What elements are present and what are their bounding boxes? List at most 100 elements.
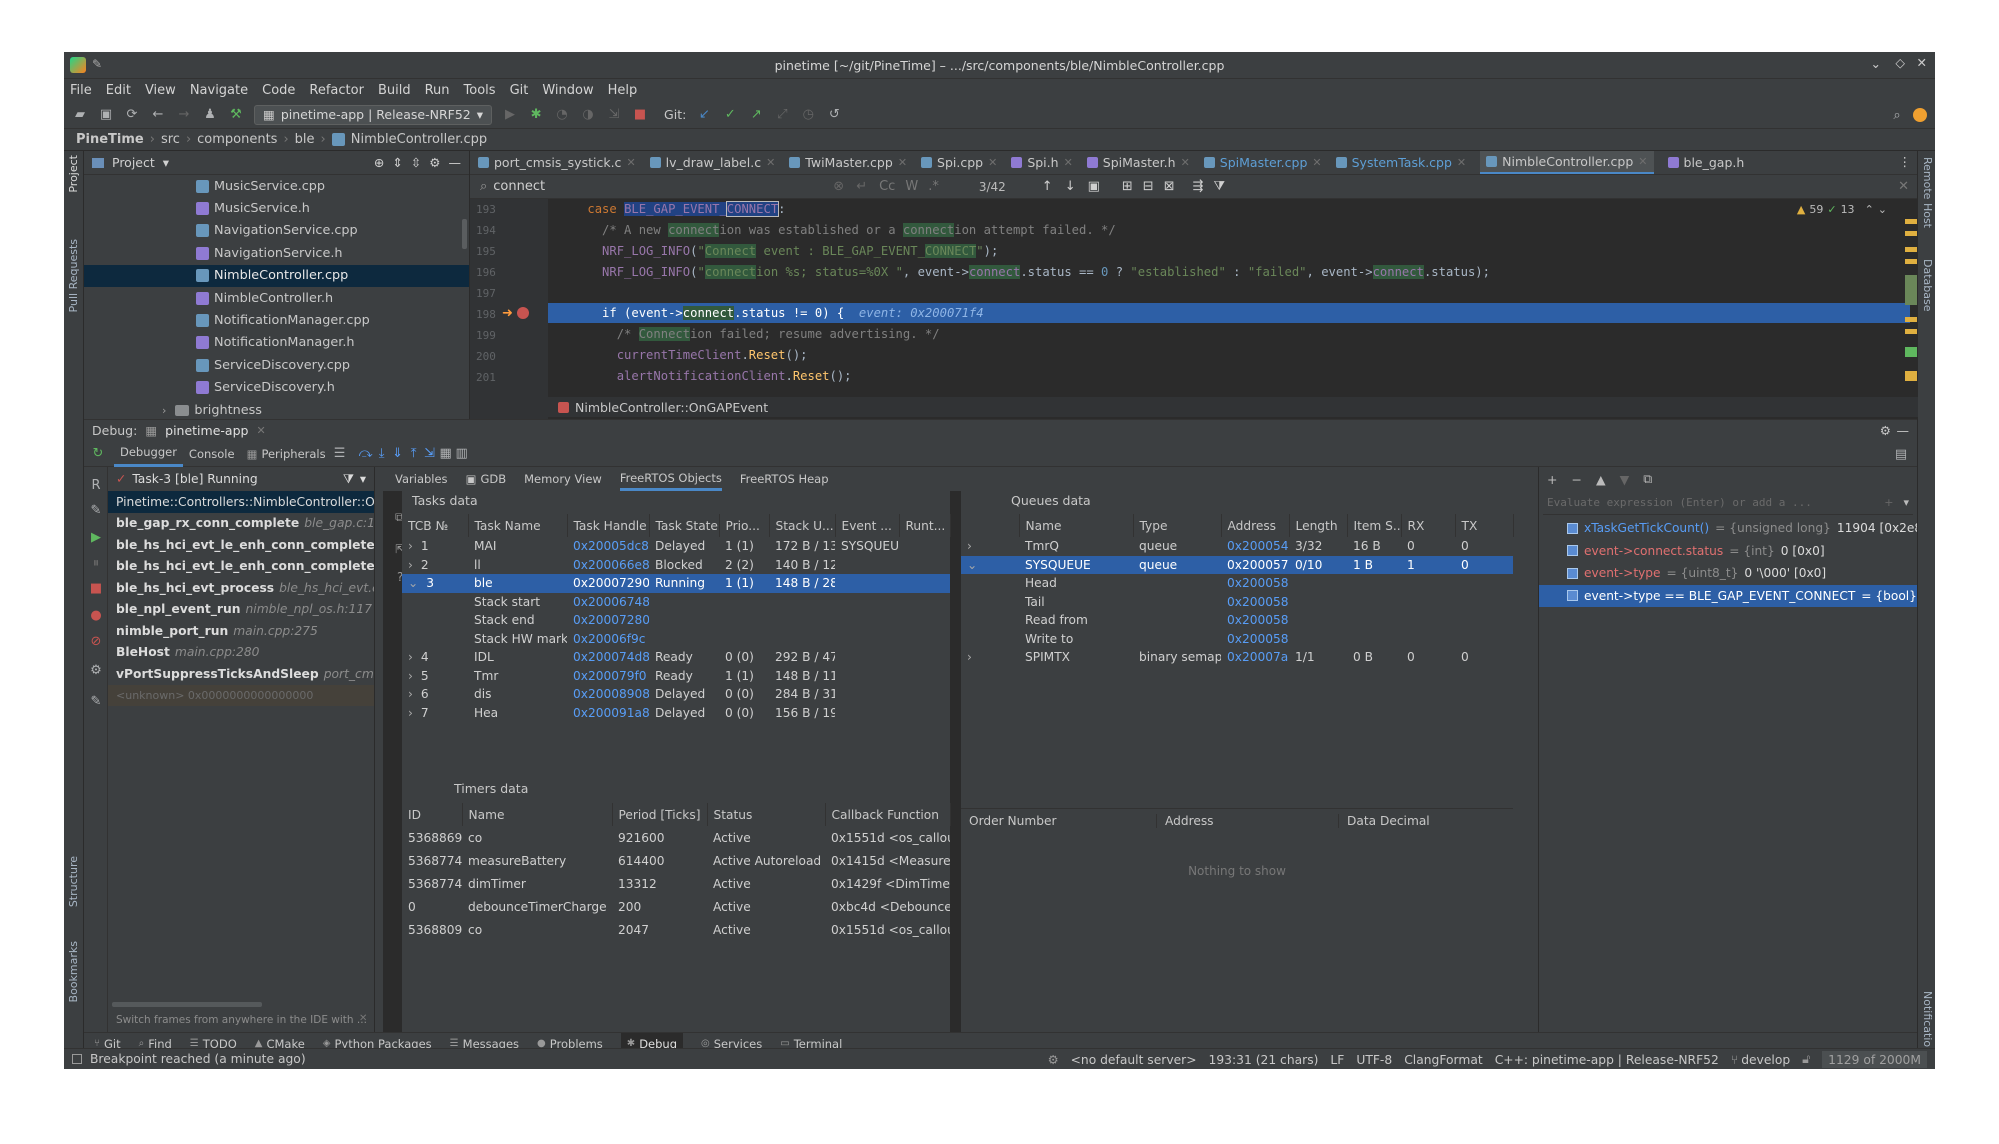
data-decimal-column[interactable]: Data Decimal bbox=[1339, 814, 1430, 828]
git-update-icon[interactable]: ↙ bbox=[696, 107, 712, 123]
debugger-tab[interactable]: Debugger bbox=[114, 441, 183, 467]
editor-tab[interactable]: Spi.cpp ✕ bbox=[921, 151, 997, 174]
queue-row[interactable]: Tail 0x200058 bbox=[961, 593, 1513, 612]
peripherals-tab[interactable]: ▦ Peripherals bbox=[241, 441, 332, 467]
stack-frame[interactable]: ble_gap_rx_conn_complete ble_gap.c:1828 bbox=[108, 513, 374, 535]
breadcrumb-ble[interactable]: ble bbox=[295, 132, 315, 147]
close-icon[interactable]: ✕ bbox=[1917, 55, 1927, 70]
chevron-right-icon[interactable]: › bbox=[408, 706, 413, 720]
resume-icon[interactable]: ▶ bbox=[88, 529, 104, 545]
stack-frame[interactable]: ble_hs_hci_evt_le_enh_conn_completeble_ bbox=[108, 556, 374, 578]
menu-navigate[interactable]: Navigate bbox=[190, 83, 248, 98]
project-tree-item[interactable]: › brightness bbox=[84, 399, 469, 421]
file-encoding[interactable]: UTF-8 bbox=[1356, 1053, 1392, 1067]
close-find-icon[interactable]: ✕ bbox=[1898, 179, 1909, 194]
column-header[interactable]: ID bbox=[402, 803, 463, 826]
editor-scrollbar-markers[interactable] bbox=[1901, 199, 1917, 419]
close-tab-icon[interactable]: ✕ bbox=[1638, 155, 1647, 168]
regex-toggle[interactable]: .* bbox=[928, 179, 939, 194]
structure-tool-tab[interactable]: Structure bbox=[67, 856, 80, 907]
close-tab-icon[interactable]: ✕ bbox=[626, 156, 635, 169]
step-out-icon[interactable]: ⤒ bbox=[406, 446, 422, 462]
code-formatter[interactable]: ClangFormat bbox=[1404, 1053, 1482, 1067]
pin-icon[interactable]: ✎ bbox=[88, 693, 104, 709]
layout-settings-icon[interactable]: ▤ bbox=[1893, 446, 1909, 462]
breadcrumb-components[interactable]: components bbox=[197, 132, 277, 147]
project-tree-item[interactable]: NotificationManager.h bbox=[84, 332, 469, 354]
task-handle-cell[interactable]: 0x20007290 bbox=[567, 574, 649, 593]
status-layout-icon[interactable] bbox=[72, 1054, 82, 1064]
caret-position[interactable]: 193:31 (21 chars) bbox=[1209, 1053, 1319, 1067]
project-panel-title[interactable]: Project bbox=[112, 155, 155, 170]
editor-tab[interactable]: port_cmsis_systick.c ✕ bbox=[478, 151, 636, 174]
save-icon[interactable]: ▣ bbox=[98, 107, 114, 123]
column-header[interactable]: Period [Ticks] bbox=[612, 803, 708, 826]
stack-frame[interactable]: ble_hs_hci_evt_process ble_hs_hci_evt.c:7… bbox=[108, 577, 374, 599]
watch-item[interactable]: event->type = {uint8_t} 0 '\000' [0x0] bbox=[1539, 562, 1917, 585]
git-compare-icon[interactable]: ⤢ bbox=[774, 107, 790, 123]
rerun-icon[interactable]: ↻ bbox=[90, 446, 106, 462]
queue-row[interactable]: ⌄ SYSQUEUE queue 0x200057 0/10 1 B10 bbox=[961, 555, 1513, 574]
restore-icon[interactable]: R bbox=[88, 477, 104, 493]
task-row[interactable]: ›4IDL0x200074d8Ready0 (0)292 B / 47; bbox=[402, 648, 950, 667]
add-occurrence-icon[interactable]: ⊞ bbox=[1122, 179, 1133, 194]
close-tab-icon[interactable]: ✕ bbox=[988, 156, 997, 169]
breadcrumb-src[interactable]: src bbox=[161, 132, 180, 147]
freertos-objects-tab[interactable]: FreeRTOS Objects bbox=[619, 467, 722, 491]
tasks-table[interactable]: TCB № Task Name Task Handle Task State Prio.… bbox=[402, 514, 951, 722]
chevron-right-icon[interactable]: › bbox=[967, 650, 972, 664]
menu-window[interactable]: Window bbox=[542, 83, 593, 98]
column-header[interactable]: TCB № bbox=[402, 514, 469, 537]
code-editor[interactable]: 193 194 195 196 197 198 199 200 201 ➜ case BLE_G… bbox=[470, 199, 1918, 419]
watch-item[interactable]: xTaskGetTickCount() = {unsigned long} 1190… bbox=[1539, 517, 1917, 540]
column-header[interactable]: Prio... bbox=[719, 514, 770, 537]
stack-frame[interactable]: ble_hs_hci_evt_le_enh_conn_completeble_ bbox=[108, 534, 374, 556]
next-match-icon[interactable]: ↓ bbox=[1065, 179, 1076, 194]
chevron-right-icon[interactable]: › bbox=[408, 650, 413, 664]
warning-marker[interactable] bbox=[1905, 259, 1917, 264]
orders-table[interactable]: Order Number Address Data Decimal Nothin… bbox=[961, 808, 1513, 1032]
task-handle-cell[interactable]: 0x20008908 bbox=[567, 685, 649, 704]
breadcrumb-project[interactable]: PineTime bbox=[76, 132, 144, 147]
queue-address-cell[interactable]: 0x20007a bbox=[1221, 648, 1289, 667]
user-icon[interactable]: ♟ bbox=[202, 107, 218, 123]
frames-scrollbar[interactable] bbox=[112, 1002, 262, 1007]
timer-row[interactable]: 53687743 dimTimer 13312 Active 0x1429f <DimT… bbox=[402, 872, 950, 895]
close-tab-icon[interactable]: ✕ bbox=[1312, 156, 1321, 169]
queue-address-cell[interactable]: 0x200058 bbox=[1221, 630, 1289, 649]
timer-row[interactable]: 53687743 measureBattery 614400 Active Autor… bbox=[402, 849, 950, 872]
project-tree-item[interactable]: NimbleController.h bbox=[84, 287, 469, 309]
search-match-marker[interactable] bbox=[1905, 275, 1917, 305]
git-rollback-icon[interactable]: ↺ bbox=[826, 107, 842, 123]
column-header[interactable]: Type bbox=[1133, 514, 1222, 537]
timer-row[interactable]: 0 debounceTimerCharge 200 Active 0xbc4d <Deb… bbox=[402, 895, 950, 918]
task-row[interactable]: ›7Hea0x200091a8Delayed0 (0)156 B / 19¢ bbox=[402, 704, 950, 723]
run-configuration-select[interactable]: ▦ pinetime-app | Release-NRF52 ▾ bbox=[254, 104, 493, 125]
search-everywhere-icon[interactable]: ⌕ bbox=[1889, 107, 1905, 123]
queue-address-cell[interactable]: 0x200054 bbox=[1221, 537, 1289, 556]
editor-tab[interactable]: NimbleController.cpp ✕ bbox=[1480, 151, 1654, 174]
warning-marker[interactable] bbox=[1905, 231, 1917, 236]
lock-icon[interactable]: 🔓︎ bbox=[1802, 1052, 1810, 1067]
chevron-down-icon[interactable]: ⌄ bbox=[967, 558, 977, 572]
warning-marker[interactable] bbox=[1905, 219, 1917, 224]
status-message[interactable]: Breakpoint reached (a minute ago) bbox=[90, 1052, 306, 1066]
editor-tab[interactable]: SystemTask.cpp ✕ bbox=[1335, 151, 1466, 174]
update-badge-icon[interactable] bbox=[1913, 108, 1927, 122]
watch-item[interactable]: event->connect.status = {int} 0 [0x0] bbox=[1539, 540, 1917, 563]
stop-icon[interactable]: ■ bbox=[88, 580, 104, 596]
duplicate-watch-icon[interactable]: ⧉ bbox=[1643, 471, 1652, 487]
add-to-watches-icon[interactable]: + bbox=[1884, 496, 1893, 509]
queue-row[interactable]: › SPIMTX binary semaph 0x20007a 1/1 0 B 0 0 bbox=[961, 648, 1513, 667]
close-session-icon[interactable]: ✕ bbox=[256, 424, 265, 437]
stop-icon[interactable]: ■ bbox=[632, 107, 648, 123]
editor-function-breadcrumb[interactable]: NimbleController::OnGAPEvent bbox=[548, 397, 1918, 417]
timer-row[interactable]: 53688699 co 921600 Active 0x1551d <os_callou bbox=[402, 826, 950, 849]
resolve-context[interactable]: C++: pinetime-app | Release-NRF52 bbox=[1495, 1053, 1719, 1067]
close-tab-icon[interactable]: ✕ bbox=[1457, 156, 1466, 169]
memory-view-tab[interactable]: Memory View bbox=[524, 472, 602, 486]
chevron-down-icon[interactable]: ▾ bbox=[163, 155, 169, 170]
sync-icon[interactable]: ⟳ bbox=[124, 107, 140, 123]
move-down-icon[interactable]: ▼ bbox=[1620, 472, 1630, 487]
expand-all-icon[interactable]: ⇕ bbox=[392, 155, 402, 170]
